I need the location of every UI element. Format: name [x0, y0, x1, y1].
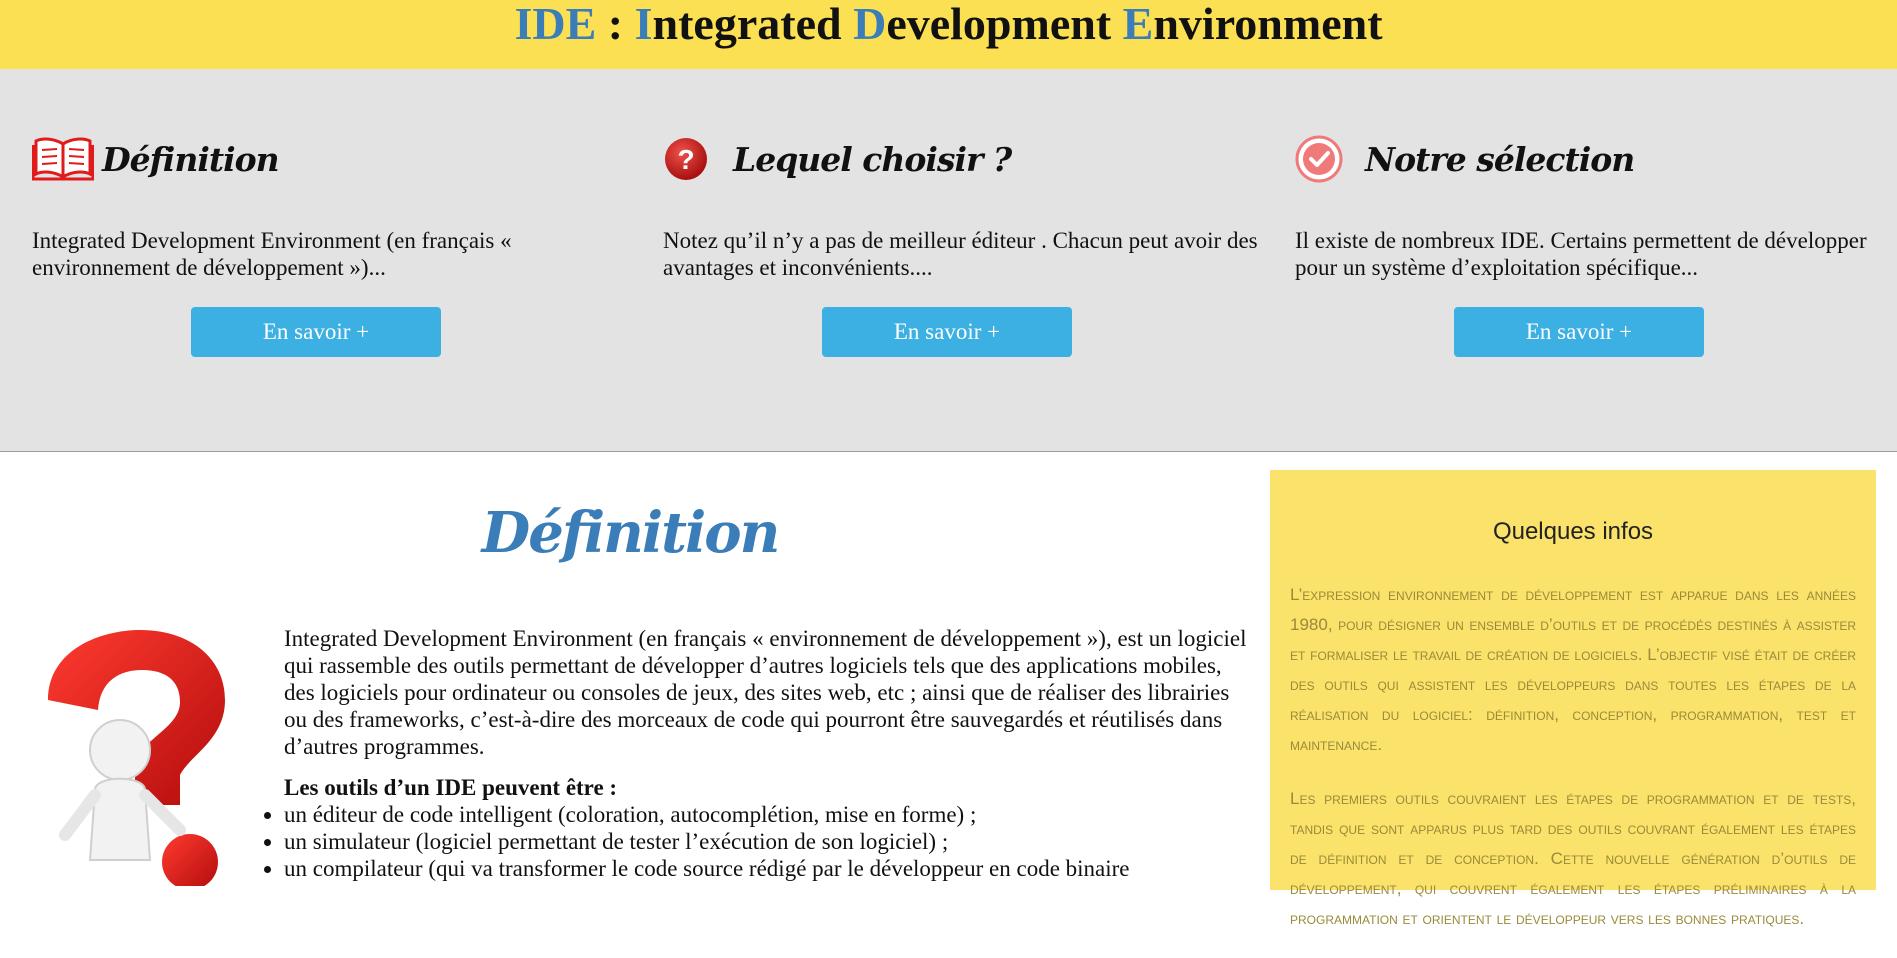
- feature-title: Notre sélection: [1365, 139, 1635, 179]
- feature-text: Il existe de nombreux IDE. Certains perm…: [1295, 228, 1867, 280]
- definition-paragraph: Integrated Development Environment (en f…: [284, 626, 1247, 759]
- learn-more-button[interactable]: En savoir +: [1454, 307, 1704, 357]
- feature-text: Notez qu’il n’y a pas de meilleur éditeu…: [663, 228, 1258, 280]
- question-circle-icon: ?: [663, 131, 727, 187]
- list-item: un simulateur (logiciel permettant de te…: [264, 828, 1254, 855]
- tools-list: un éditeur de code intelligent (colorati…: [264, 801, 1254, 882]
- tools-heading: Les outils d’un IDE peuvent être :: [284, 775, 618, 800]
- title-word-integrated: ntegrated: [652, 0, 854, 49]
- feature-heading: Définition: [32, 129, 280, 189]
- sidebar-title: Quelques infos: [1492, 518, 1654, 545]
- title-acronym: IDE: [514, 0, 597, 49]
- feature-title: Lequel choisir ?: [733, 139, 1012, 179]
- feature-text: Integrated Development Environment (en f…: [32, 228, 512, 280]
- site-header: IDE : Integrated Development Environment: [0, 0, 1897, 69]
- question-mark-figure-icon: [40, 630, 240, 890]
- feature-heading: ? Lequel choisir ?: [663, 129, 1012, 189]
- title-letter-d: D: [853, 0, 887, 49]
- learn-more-button[interactable]: En savoir +: [822, 307, 1072, 357]
- open-book-icon: [32, 131, 96, 187]
- title-separator: :: [596, 0, 635, 49]
- page-title: IDE : Integrated Development Environment: [0, 0, 1897, 48]
- section-title: Définition: [481, 500, 781, 566]
- title-letter-e: E: [1122, 0, 1154, 49]
- title-letter-i: I: [634, 0, 653, 49]
- definition-content: Integrated Development Environment (en f…: [264, 625, 1254, 882]
- title-word-environment: nvironment: [1153, 0, 1383, 49]
- feature-title: Définition: [102, 139, 280, 179]
- feature-heading: Notre sélection: [1295, 129, 1635, 189]
- list-item: un éditeur de code intelligent (colorati…: [264, 801, 1254, 828]
- title-word-development: evelopment: [886, 0, 1123, 49]
- list-item: un compilateur (qui va transformer le co…: [264, 855, 1254, 882]
- sidebar-paragraph: L’expression environnement de développem…: [1290, 585, 1856, 754]
- learn-more-button[interactable]: En savoir +: [191, 307, 441, 357]
- sidebar-text: L’expression environnement de développem…: [1290, 580, 1856, 958]
- svg-text:?: ?: [677, 144, 694, 175]
- features-band: Définition Integrated Development Enviro…: [0, 69, 1897, 452]
- sidebar-paragraph: Les premiers outils couvraient les étape…: [1290, 789, 1856, 928]
- check-circle-icon: [1295, 131, 1359, 187]
- info-sidebar: Quelques infos L’expression environnemen…: [1270, 470, 1876, 928]
